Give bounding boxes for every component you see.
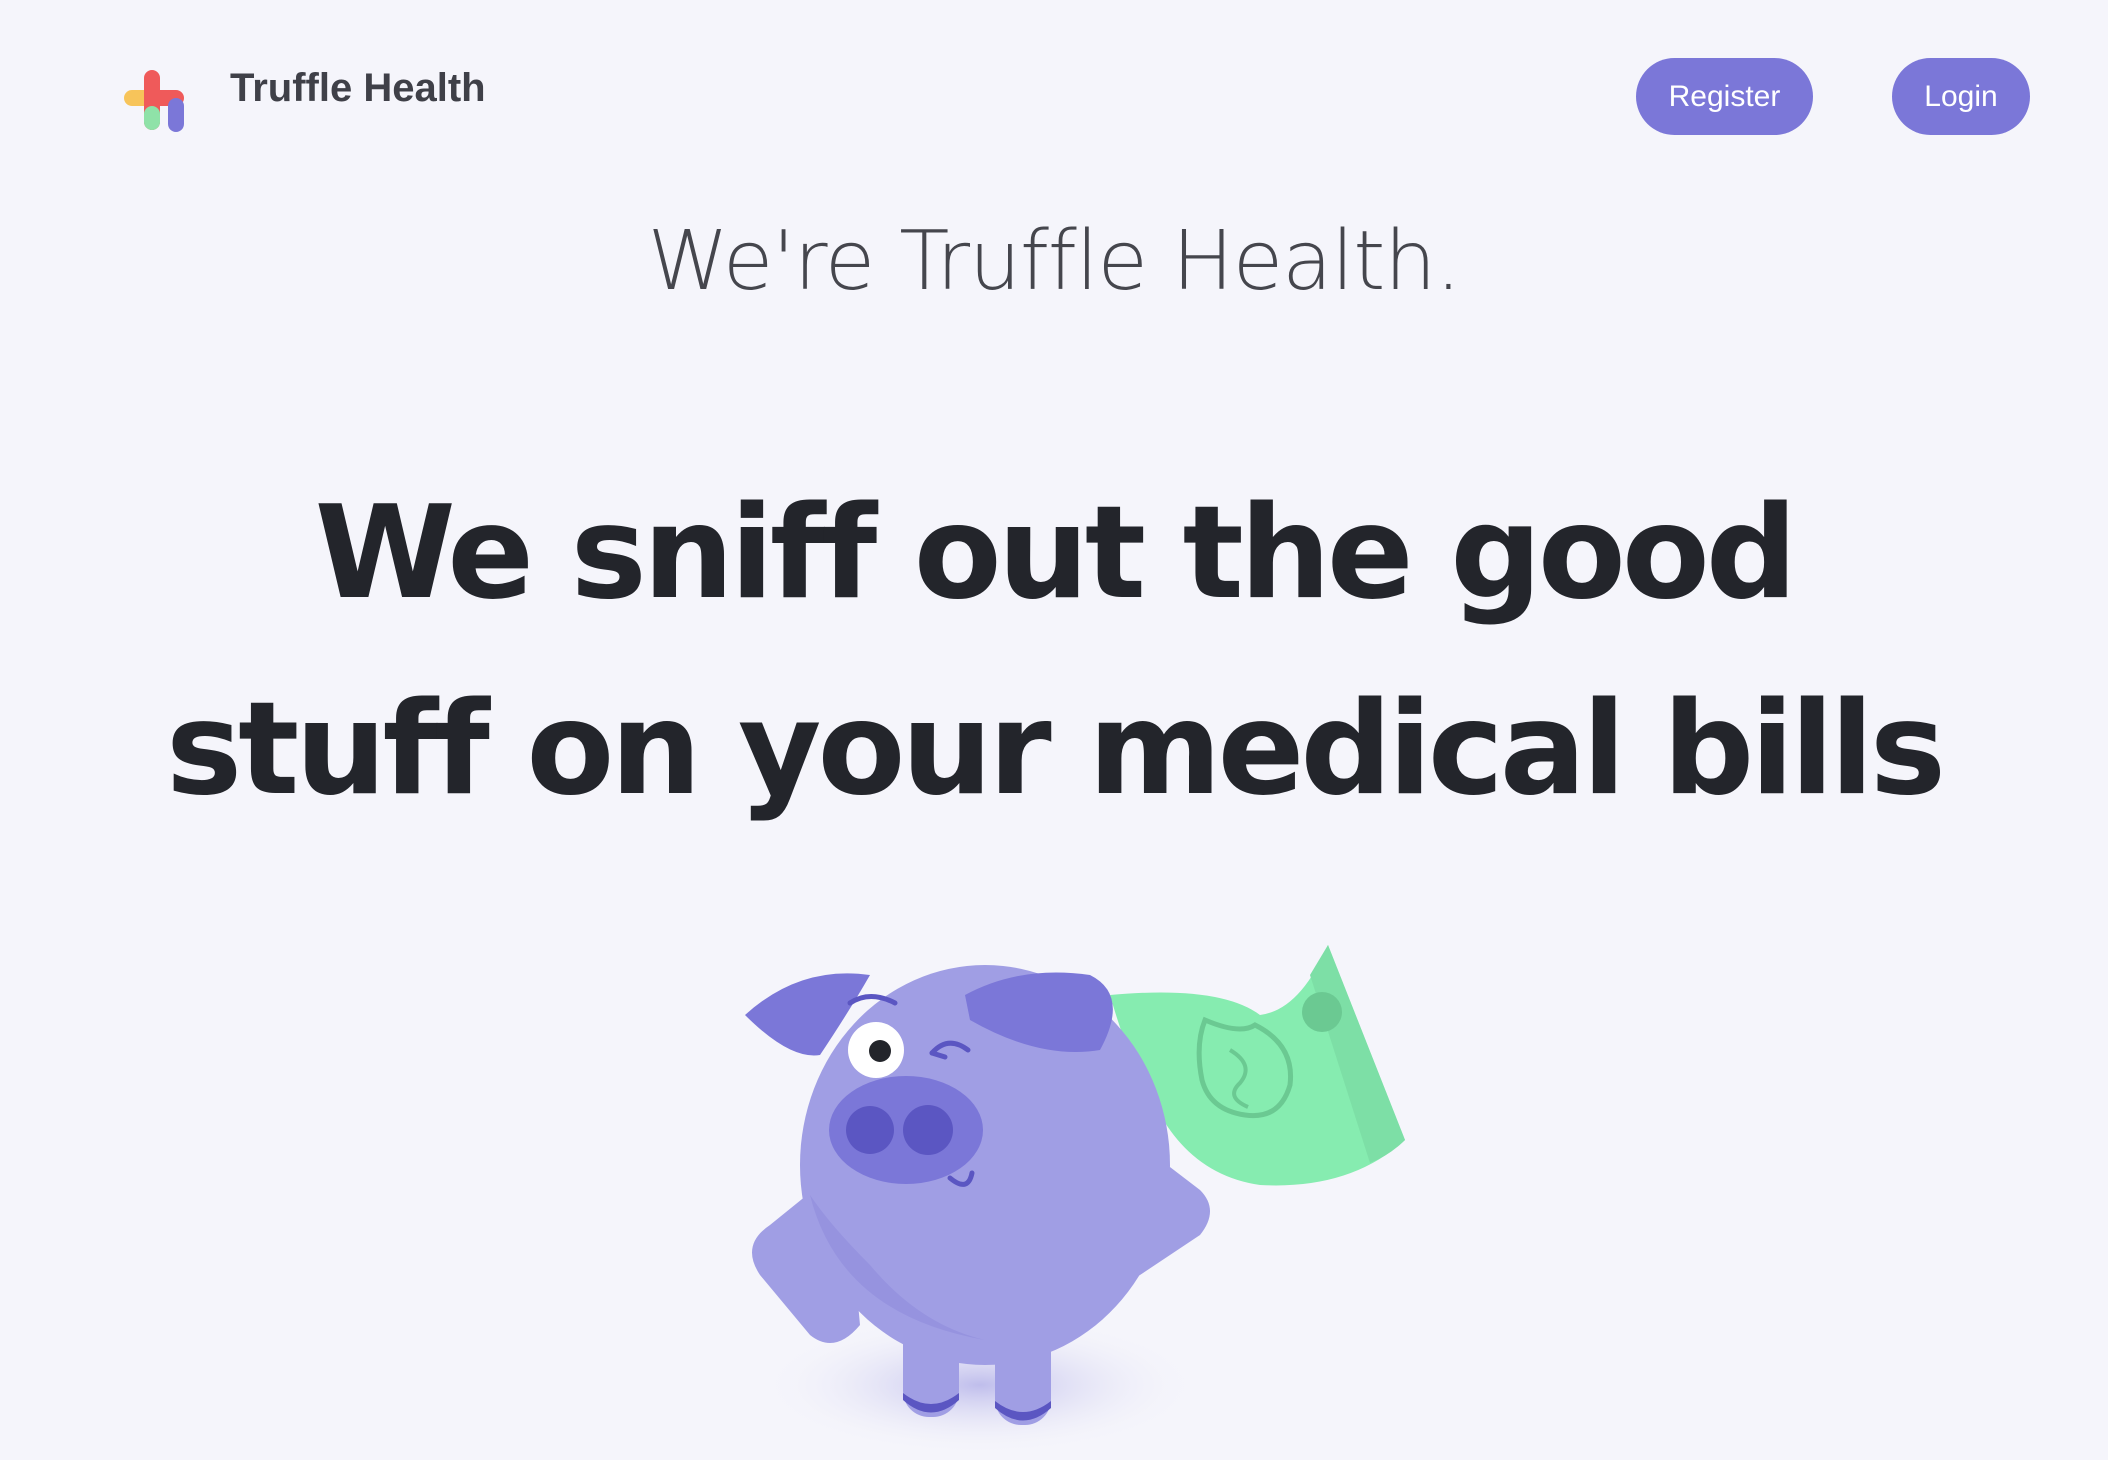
truffle-health-logo-icon bbox=[124, 70, 184, 132]
headline-line-2: stuff on your medical bills bbox=[165, 675, 1946, 824]
intro-heading: We're Truffle Health. bbox=[647, 214, 1462, 309]
home-logo-link[interactable]: Truffle Health bbox=[122, 60, 502, 140]
brand-name: Truffle Health bbox=[230, 66, 486, 110]
headline-line-1: We sniff out the good bbox=[314, 479, 1798, 628]
login-button[interactable]: Login bbox=[1892, 58, 2030, 135]
register-button[interactable]: Register bbox=[1636, 58, 1813, 135]
pig-mascot-icon bbox=[745, 945, 1405, 1455]
hero-headline: We sniff out the good stuff on your medi… bbox=[0, 456, 2108, 848]
